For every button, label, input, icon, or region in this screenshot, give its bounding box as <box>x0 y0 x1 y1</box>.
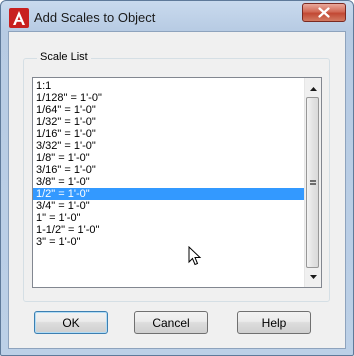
scale-list-item[interactable]: 3/4" = 1'-0" <box>33 200 305 212</box>
ok-button[interactable]: OK <box>34 311 108 334</box>
scroll-up-button[interactable] <box>305 80 321 97</box>
autocad-app-icon <box>9 8 29 28</box>
scale-list-item[interactable]: 1/16" = 1'-0" <box>33 128 305 140</box>
window-title: Add Scales to Object <box>34 10 156 25</box>
scale-list-item[interactable]: 1/64" = 1'-0" <box>33 104 305 116</box>
scale-list-item[interactable]: 3/16" = 1'-0" <box>33 164 305 176</box>
vertical-scrollbar[interactable] <box>304 78 321 287</box>
scale-list-item[interactable]: 3/32" = 1'-0" <box>33 140 305 152</box>
cancel-button[interactable]: Cancel <box>134 311 208 334</box>
scale-list-item[interactable]: 1" = 1'-0" <box>33 212 305 224</box>
scale-list-item[interactable]: 1/8" = 1'-0" <box>33 152 305 164</box>
close-icon <box>318 7 330 18</box>
scroll-down-button[interactable] <box>305 268 321 285</box>
scale-list-item[interactable]: 1/32" = 1'-0" <box>33 116 305 128</box>
grip-icon <box>309 179 316 186</box>
scale-list-item[interactable]: 1-1/2" = 1'-0" <box>33 224 305 236</box>
scale-list-label: Scale List <box>37 51 91 63</box>
scale-list-items: 1:1 1/128" = 1'-0" 1/64" = 1'-0" 1/32" = 1'… <box>33 80 305 248</box>
scale-list-item[interactable]: 1/2" = 1'-0" <box>33 188 305 200</box>
close-button[interactable] <box>302 3 346 22</box>
scale-list-item[interactable]: 1/128" = 1'-0" <box>33 92 305 104</box>
scroll-thumb[interactable] <box>306 97 319 268</box>
scale-list-item[interactable]: 3/8" = 1'-0" <box>33 176 305 188</box>
scale-list-item[interactable]: 3" = 1'-0" <box>33 236 305 248</box>
title-bar[interactable]: Add Scales to Object <box>1 1 353 33</box>
mouse-pointer-icon <box>188 246 202 266</box>
help-button[interactable]: Help <box>237 311 311 334</box>
scale-listbox[interactable]: 1:1 1/128" = 1'-0" 1/64" = 1'-0" 1/32" = 1'… <box>32 77 322 288</box>
chevron-down-icon <box>309 274 317 279</box>
chevron-up-icon <box>309 86 317 91</box>
scale-list-item[interactable]: 1:1 <box>33 80 305 92</box>
